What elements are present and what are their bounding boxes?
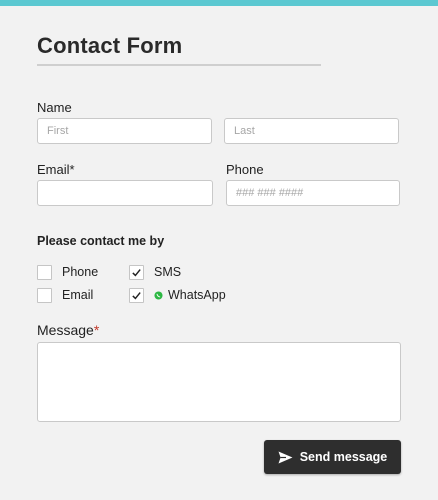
option-phone-label: Phone [62, 265, 99, 279]
send-icon [278, 451, 293, 463]
email-label: Email* [37, 162, 75, 177]
email-checkbox[interactable] [37, 287, 52, 303]
last-name-input[interactable] [224, 118, 399, 144]
name-label: Name [37, 100, 72, 115]
option-email-label: Email [62, 288, 94, 302]
send-message-label: Send message [299, 450, 388, 464]
phone-field[interactable] [226, 180, 400, 206]
email-field[interactable] [37, 180, 213, 206]
message-label-text: Message [37, 322, 94, 338]
message-textarea[interactable] [37, 342, 401, 422]
option-email[interactable]: Email [37, 287, 93, 303]
first-name-input[interactable] [37, 118, 212, 144]
option-sms[interactable]: SMS [129, 264, 181, 280]
contact-by-label: Please contact me by [37, 234, 165, 248]
option-phone[interactable]: Phone [37, 264, 98, 280]
send-message-button[interactable]: Send message [264, 440, 401, 474]
page-title: Contact Form [37, 33, 183, 58]
checkmark-icon [132, 268, 141, 277]
option-whatsapp-label: WhatsApp [168, 288, 226, 302]
option-whatsapp-label-wrap: WhatsApp [154, 288, 226, 302]
checkmark-icon [132, 291, 141, 300]
title-divider [37, 64, 321, 66]
email-required-mark: * [69, 162, 75, 177]
whatsapp-icon [154, 290, 163, 300]
option-whatsapp[interactable]: WhatsApp [129, 287, 226, 303]
message-required-mark: * [93, 322, 100, 338]
option-sms-label: SMS [154, 265, 182, 279]
sms-checkbox[interactable] [129, 264, 144, 280]
message-label: Message* [37, 322, 99, 338]
top-accent-bar [0, 0, 438, 6]
whatsapp-checkbox[interactable] [129, 287, 144, 303]
email-label-text: Email [37, 162, 70, 177]
phone-label: Phone [226, 162, 264, 177]
phone-checkbox[interactable] [37, 264, 52, 280]
